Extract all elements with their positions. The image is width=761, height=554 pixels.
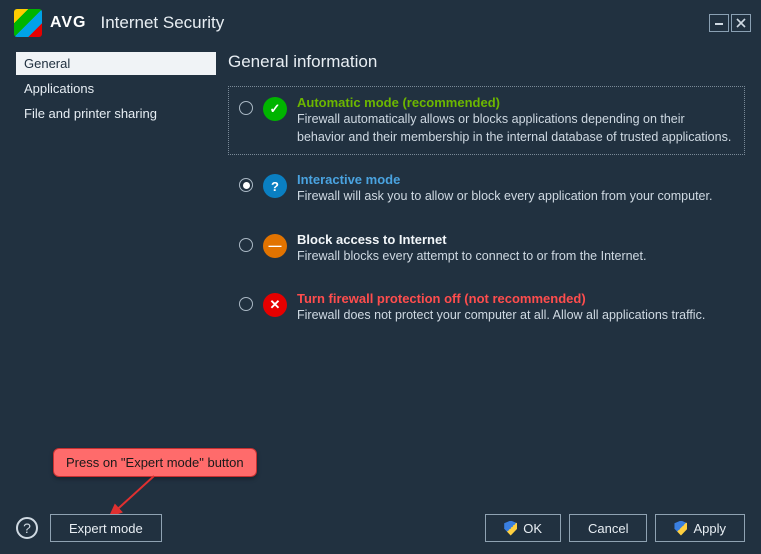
product-title: Internet Security (100, 13, 224, 33)
radio-button[interactable] (239, 238, 253, 252)
section-heading: General information (228, 52, 745, 72)
close-button[interactable] (731, 14, 751, 32)
window-buttons (709, 14, 751, 32)
help-icon[interactable]: ? (16, 517, 38, 539)
option-body: Interactive modeFirewall will ask you to… (297, 172, 734, 206)
option-description: Firewall does not protect your computer … (297, 307, 734, 325)
annotation-callout: Press on "Expert mode" button (53, 448, 257, 477)
option-body: Block access to InternetFirewall blocks … (297, 232, 734, 266)
block-icon: — (263, 234, 287, 258)
sidebar-item-file-and-printer-sharing[interactable]: File and printer sharing (16, 102, 216, 125)
shield-icon (504, 521, 517, 536)
option-title: Interactive mode (297, 172, 734, 187)
radio-button[interactable] (239, 101, 253, 115)
avg-logo-icon (14, 9, 42, 37)
brand-text: AVG (50, 14, 86, 32)
ok-button[interactable]: OK (485, 514, 561, 542)
firewall-mode-option[interactable]: ✓ Automatic mode (recommended)Firewall au… (228, 86, 745, 155)
option-description: Firewall automatically allows or blocks … (297, 111, 734, 146)
radio-button[interactable] (239, 297, 253, 311)
firewall-mode-option[interactable]: ? Interactive modeFirewall will ask you t… (228, 163, 745, 215)
option-description: Firewall blocks every attempt to connect… (297, 248, 734, 266)
sidebar: GeneralApplicationsFile and printer shar… (16, 52, 216, 472)
option-body: Automatic mode (recommended)Firewall aut… (297, 95, 734, 146)
apply-button[interactable]: Apply (655, 514, 745, 542)
expert-mode-button[interactable]: Expert mode (50, 514, 162, 542)
option-title: Turn firewall protection off (not recomm… (297, 291, 734, 306)
ok-label: OK (523, 521, 542, 536)
radio-button[interactable] (239, 178, 253, 192)
sidebar-item-general[interactable]: General (16, 52, 216, 75)
body: GeneralApplicationsFile and printer shar… (0, 42, 761, 472)
content: General information ✓ Automatic mode (rec… (216, 52, 745, 472)
firewall-mode-option[interactable]: — Block access to InternetFirewall blocks… (228, 223, 745, 275)
firewall-mode-option[interactable]: ✕ Turn firewall protection off (not recom… (228, 282, 745, 334)
options-list: ✓ Automatic mode (recommended)Firewall au… (228, 86, 745, 334)
minimize-button[interactable] (709, 14, 729, 32)
logo: AVG Internet Security (14, 9, 224, 37)
shield-icon (674, 521, 687, 536)
checkmark-icon: ✓ (263, 97, 287, 121)
option-description: Firewall will ask you to allow or block … (297, 188, 734, 206)
apply-label: Apply (693, 521, 726, 536)
cross-icon: ✕ (263, 293, 287, 317)
option-body: Turn firewall protection off (not recomm… (297, 291, 734, 325)
sidebar-item-applications[interactable]: Applications (16, 77, 216, 100)
option-title: Automatic mode (recommended) (297, 95, 734, 110)
question-icon: ? (263, 174, 287, 198)
titlebar: AVG Internet Security (0, 0, 761, 42)
option-title: Block access to Internet (297, 232, 734, 247)
footer: ? Expert mode OK Cancel Apply (0, 504, 761, 554)
cancel-button[interactable]: Cancel (569, 514, 647, 542)
